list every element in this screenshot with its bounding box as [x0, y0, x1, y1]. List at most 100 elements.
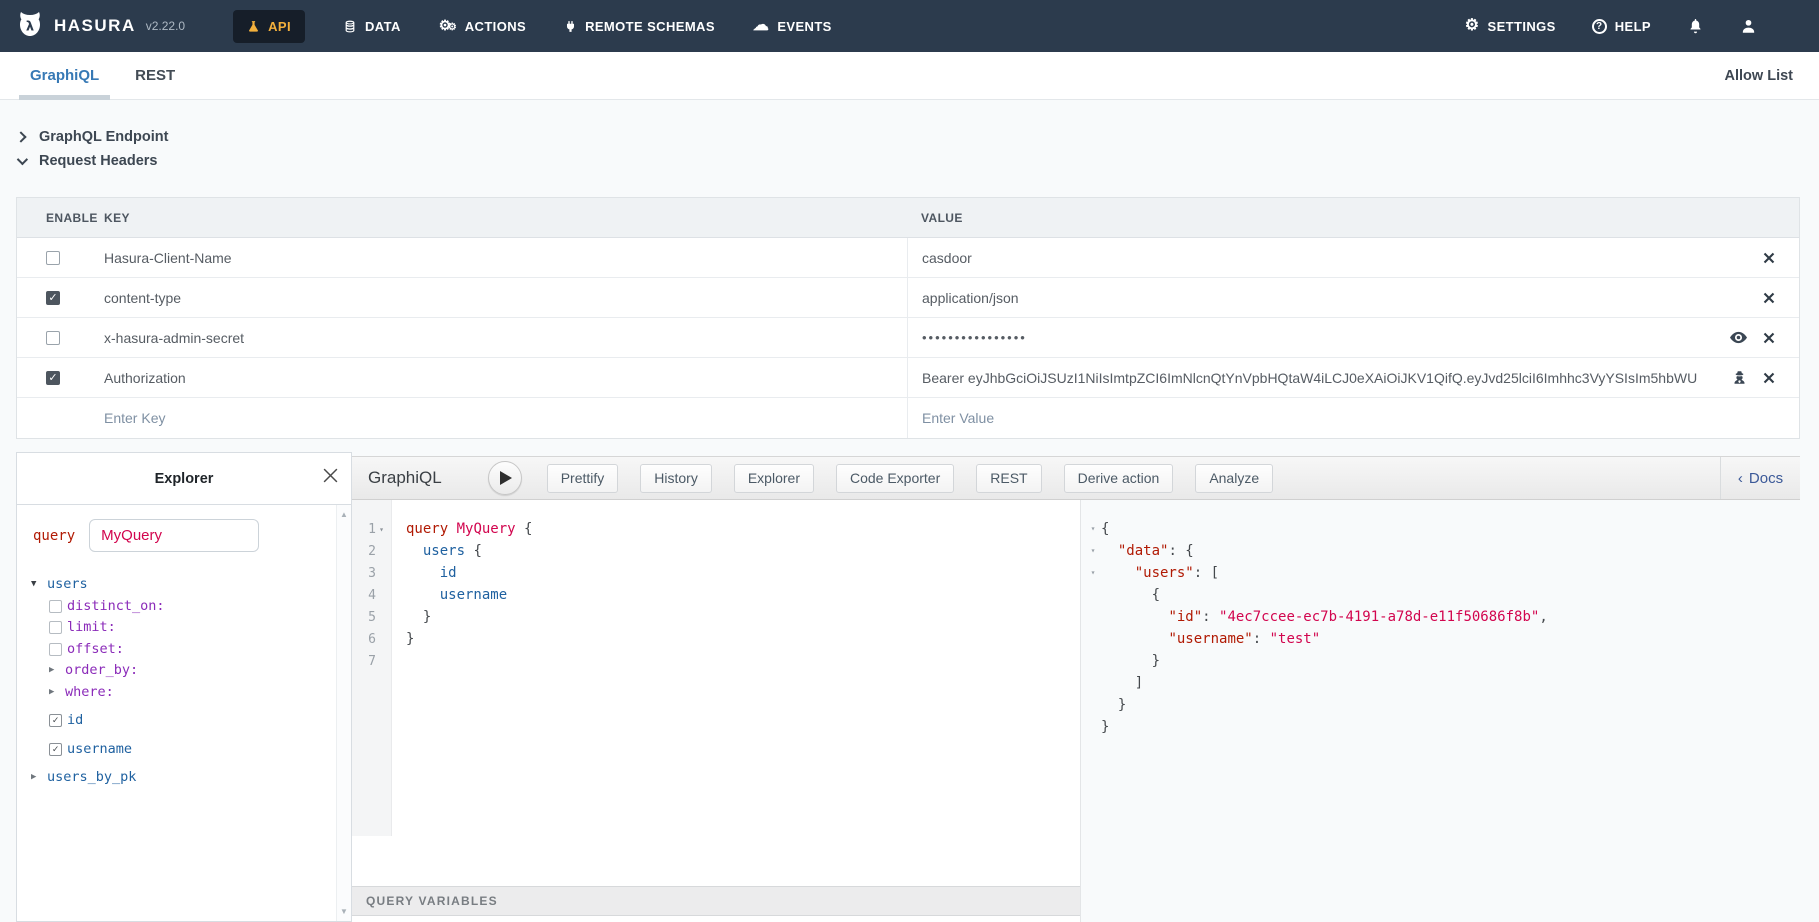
explorer-tree-item[interactable]: ✓username: [25, 739, 330, 761]
fold-arrow-icon[interactable]: ▾: [1085, 562, 1101, 584]
unchecked-checkbox-icon[interactable]: [49, 643, 62, 656]
rest-button[interactable]: REST: [976, 464, 1041, 493]
code-line: users {: [406, 540, 1080, 562]
remove-header-icon[interactable]: [1763, 372, 1775, 384]
checked-checkbox-icon[interactable]: ✓: [49, 714, 62, 727]
result-line: "username": "test": [1085, 628, 1800, 650]
header-value-masked[interactable]: ••••••••••••••••: [922, 330, 1712, 345]
explorer-scrollbar[interactable]: ▲ ▼: [336, 505, 351, 921]
docs-toggle[interactable]: ‹ Docs: [1720, 457, 1800, 499]
hasura-logo[interactable]: λ HASURA v2.22.0: [14, 10, 185, 42]
column-header-enable: ENABLE: [17, 211, 91, 225]
execute-query-button[interactable]: [488, 461, 522, 495]
new-header-value-input[interactable]: [922, 410, 1755, 426]
query-editor[interactable]: 1▾234567 query MyQuery { users { id user…: [352, 500, 1080, 922]
result-line: }: [1085, 716, 1800, 738]
header-key[interactable]: x-hasura-admin-secret: [91, 330, 907, 346]
scroll-up-icon[interactable]: ▲: [337, 510, 351, 519]
help-button[interactable]: ? HELP: [1592, 19, 1651, 34]
header-value[interactable]: casdoor: [922, 250, 1712, 266]
graphiql-container: GraphiQL Prettify History Explorer Code …: [16, 452, 1800, 922]
close-explorer-icon[interactable]: [322, 467, 339, 484]
query-variables-bar[interactable]: QUERY VARIABLES: [352, 886, 1080, 916]
query-name-input[interactable]: [89, 519, 259, 552]
header-value-jwt[interactable]: Bearer eyJhbGciOiJSUzI1NiIsImtpZCI6ImNlc…: [922, 370, 1712, 386]
flask-icon: [247, 19, 260, 34]
navbar-right: ⚙ SETTINGS ? HELP: [1465, 17, 1819, 35]
remove-header-icon[interactable]: [1763, 252, 1775, 264]
explorer-panel: Explorer query ▼usersdistinct_on:limit:o…: [16, 452, 352, 922]
nav-item-api[interactable]: API: [233, 10, 305, 43]
editor-gutter: 1▾234567: [352, 500, 392, 836]
header-enable-checkbox[interactable]: ✓: [46, 371, 60, 385]
line-number: 1▾: [352, 518, 391, 540]
header-key[interactable]: Hasura-Client-Name: [91, 250, 907, 266]
explorer-tree-item[interactable]: ▶where:: [25, 682, 330, 704]
code-line: }: [406, 628, 1080, 650]
tree-item-label: where:: [65, 682, 114, 704]
jwt-decoder-user-secret-icon[interactable]: [1732, 370, 1747, 385]
plug-icon: [564, 19, 577, 34]
code-exporter-button[interactable]: Code Exporter: [836, 464, 954, 493]
request-headers-label: Request Headers: [39, 153, 157, 169]
tab-rest[interactable]: REST: [135, 52, 175, 100]
nav-item-data[interactable]: DATA: [343, 19, 401, 34]
reveal-eye-icon[interactable]: [1730, 331, 1747, 344]
graphql-endpoint-label: GraphQL Endpoint: [39, 129, 168, 145]
chevron-down-icon[interactable]: ▼: [31, 574, 47, 596]
scroll-down-icon[interactable]: ▼: [337, 907, 351, 916]
chevron-right-icon[interactable]: ▶: [49, 682, 65, 704]
editor-code[interactable]: query MyQuery { users { id username }}: [392, 500, 1080, 806]
fold-arrow-icon[interactable]: ▾: [376, 525, 387, 534]
explorer-tree-item[interactable]: ▶users_by_pk: [25, 767, 330, 789]
user-avatar-icon[interactable]: [1740, 17, 1757, 35]
remove-header-icon[interactable]: [1763, 292, 1775, 304]
header-enable-checkbox[interactable]: [46, 251, 60, 265]
result-line: ▾ "data": {: [1085, 540, 1800, 562]
tree-item-label: id: [67, 710, 83, 732]
header-key[interactable]: Authorization: [91, 370, 907, 386]
checked-checkbox-icon[interactable]: ✓: [49, 743, 62, 756]
chevron-right-icon[interactable]: ▶: [31, 767, 47, 789]
remove-header-icon[interactable]: [1763, 332, 1775, 344]
explorer-tree-item[interactable]: distinct_on:: [25, 596, 330, 618]
explorer-button[interactable]: Explorer: [734, 464, 814, 493]
fold-arrow-icon[interactable]: ▾: [1085, 518, 1101, 540]
result-line: }: [1085, 694, 1800, 716]
request-headers-toggle[interactable]: Request Headers: [17, 153, 157, 169]
result-line: }: [1085, 650, 1800, 672]
tab-graphiql[interactable]: GraphiQL: [30, 52, 99, 100]
result-line: ▾{: [1085, 518, 1800, 540]
header-value[interactable]: application/json: [922, 290, 1712, 306]
explorer-tree-item[interactable]: ▼users: [25, 574, 330, 596]
allow-list-link[interactable]: Allow List: [1725, 68, 1793, 84]
header-key[interactable]: content-type: [91, 290, 907, 306]
analyze-button[interactable]: Analyze: [1195, 464, 1273, 493]
explorer-tree-item[interactable]: ▶order_by:: [25, 660, 330, 682]
chevron-right-icon[interactable]: ▶: [49, 660, 65, 682]
query-variables-editor[interactable]: [352, 916, 1080, 922]
derive-action-button[interactable]: Derive action: [1064, 464, 1174, 493]
nav-item-events[interactable]: ☁ EVENTS: [753, 18, 832, 34]
explorer-tree-item[interactable]: offset:: [25, 639, 330, 661]
fold-arrow-icon[interactable]: ▾: [1085, 540, 1101, 562]
version-label: v2.22.0: [146, 19, 185, 33]
history-button[interactable]: History: [640, 464, 712, 493]
explorer-tree-item[interactable]: ✓ id: [25, 710, 330, 732]
graphql-endpoint-toggle[interactable]: GraphQL Endpoint: [17, 129, 168, 145]
unchecked-checkbox-icon[interactable]: [49, 600, 62, 613]
notifications-bell-icon[interactable]: [1687, 17, 1704, 35]
line-number: 3: [352, 562, 391, 584]
header-enable-checkbox[interactable]: [46, 331, 60, 345]
prettify-button[interactable]: Prettify: [547, 464, 619, 493]
table-row: x-hasura-admin-secret ••••••••••••••••: [17, 318, 1799, 358]
unchecked-checkbox-icon[interactable]: [49, 621, 62, 634]
settings-button[interactable]: ⚙ SETTINGS: [1465, 18, 1556, 34]
explorer-tree-item[interactable]: limit:: [25, 617, 330, 639]
nav-item-actions[interactable]: ⚙⚙ ACTIONS: [439, 18, 526, 34]
header-enable-checkbox[interactable]: ✓: [46, 291, 60, 305]
nav-item-remote-schemas[interactable]: REMOTE SCHEMAS: [564, 19, 715, 34]
nav-item-label: ACTIONS: [465, 19, 526, 34]
new-header-key-input[interactable]: [104, 410, 867, 426]
code-line: [406, 650, 1080, 672]
